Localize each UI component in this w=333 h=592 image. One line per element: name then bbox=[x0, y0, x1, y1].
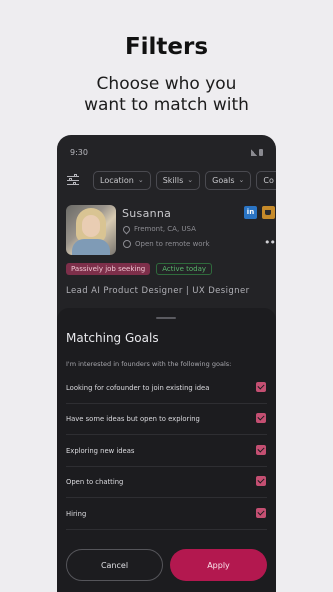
chevron-down-icon: ⌄ bbox=[238, 176, 245, 184]
filter-chip-location[interactable]: Location ⌄ bbox=[93, 170, 151, 190]
checkbox-checked-icon[interactable] bbox=[256, 476, 266, 486]
checkbox-checked-icon[interactable] bbox=[256, 445, 266, 455]
goal-option-new-ideas[interactable]: Exploring new ideas bbox=[66, 436, 267, 467]
checkbox-checked-icon[interactable] bbox=[256, 508, 266, 518]
sheet-description: I'm interested in founders with the foll… bbox=[66, 360, 232, 368]
profile-badges: Passively job seeking Active today bbox=[66, 263, 213, 275]
promo-subtitle-line1: Choose who you bbox=[96, 74, 237, 94]
chevron-down-icon: ⌄ bbox=[187, 176, 194, 184]
filter-chip-more[interactable]: Co bbox=[256, 170, 276, 190]
filter-bar: Location ⌄ Skills ⌄ Goals ⌄ Co bbox=[66, 170, 276, 190]
profile-remote: Open to remote work bbox=[123, 240, 210, 248]
profile-location: Fremont, CA, USA bbox=[121, 224, 196, 234]
profile-headline: Lead AI Product Designer | UX Designer bbox=[66, 286, 250, 296]
globe-icon bbox=[123, 240, 131, 248]
phone-screen: 9:30 Location ⌄ Skills ⌄ Goals ⌄ Co Susa… bbox=[57, 135, 276, 592]
promo-title: Filters bbox=[124, 34, 209, 60]
status-time: 9:30 bbox=[70, 148, 88, 157]
goal-option-chatting[interactable]: Open to chatting bbox=[66, 467, 267, 498]
checkbox-checked-icon[interactable] bbox=[256, 382, 266, 392]
cancel-button[interactable]: Cancel bbox=[66, 549, 163, 581]
goal-option-cofounder[interactable]: Looking for cofounder to join existing i… bbox=[66, 373, 267, 404]
battery-icon bbox=[259, 149, 263, 156]
profile-name: Susanna bbox=[122, 207, 172, 220]
avatar bbox=[66, 205, 116, 255]
promo-subtitle-line2: want to match with bbox=[84, 95, 249, 115]
apply-button[interactable]: Apply bbox=[170, 549, 267, 581]
sheet-drag-handle[interactable] bbox=[156, 317, 176, 319]
chip-label: Goals bbox=[212, 175, 235, 185]
sheet-title: Matching Goals bbox=[66, 331, 159, 345]
location-text: Fremont, CA, USA bbox=[134, 225, 196, 233]
coffee-cup-icon[interactable] bbox=[262, 206, 275, 219]
chevron-down-icon: ⌄ bbox=[137, 176, 144, 184]
matching-goals-sheet: Matching Goals I'm interested in founder… bbox=[57, 308, 276, 592]
remote-text: Open to remote work bbox=[135, 240, 210, 248]
filter-chip-skills[interactable]: Skills ⌄ bbox=[155, 170, 201, 190]
status-icons bbox=[251, 149, 263, 156]
chip-label: Skills bbox=[162, 175, 184, 185]
filter-chip-goals[interactable]: Goals ⌄ bbox=[205, 170, 252, 190]
activity-badge: Active today bbox=[156, 263, 213, 275]
goal-label: Hiring bbox=[66, 510, 87, 518]
more-options-icon[interactable]: ••• bbox=[264, 236, 276, 249]
goal-label: Exploring new ideas bbox=[66, 447, 135, 455]
signal-icon bbox=[251, 149, 257, 156]
linkedin-icon[interactable]: in bbox=[244, 206, 257, 219]
goal-label: Looking for cofounder to join existing i… bbox=[66, 384, 210, 392]
filter-sliders-icon[interactable] bbox=[66, 173, 80, 187]
goal-label: Open to chatting bbox=[66, 478, 124, 486]
job-status-badge: Passively job seeking bbox=[66, 263, 151, 275]
goal-label: Have some ideas but open to exploring bbox=[66, 415, 200, 423]
status-bar: 9:30 bbox=[70, 148, 263, 160]
location-pin-icon bbox=[121, 224, 132, 234]
chip-label: Co bbox=[263, 175, 274, 185]
checkbox-checked-icon[interactable] bbox=[256, 413, 266, 423]
goal-option-hiring[interactable]: Hiring bbox=[66, 499, 267, 530]
goal-option-exploring-ideas[interactable]: Have some ideas but open to exploring bbox=[66, 404, 267, 435]
promo-subtitle: Choose who you want to match with bbox=[0, 74, 333, 116]
chip-label: Location bbox=[100, 175, 134, 185]
